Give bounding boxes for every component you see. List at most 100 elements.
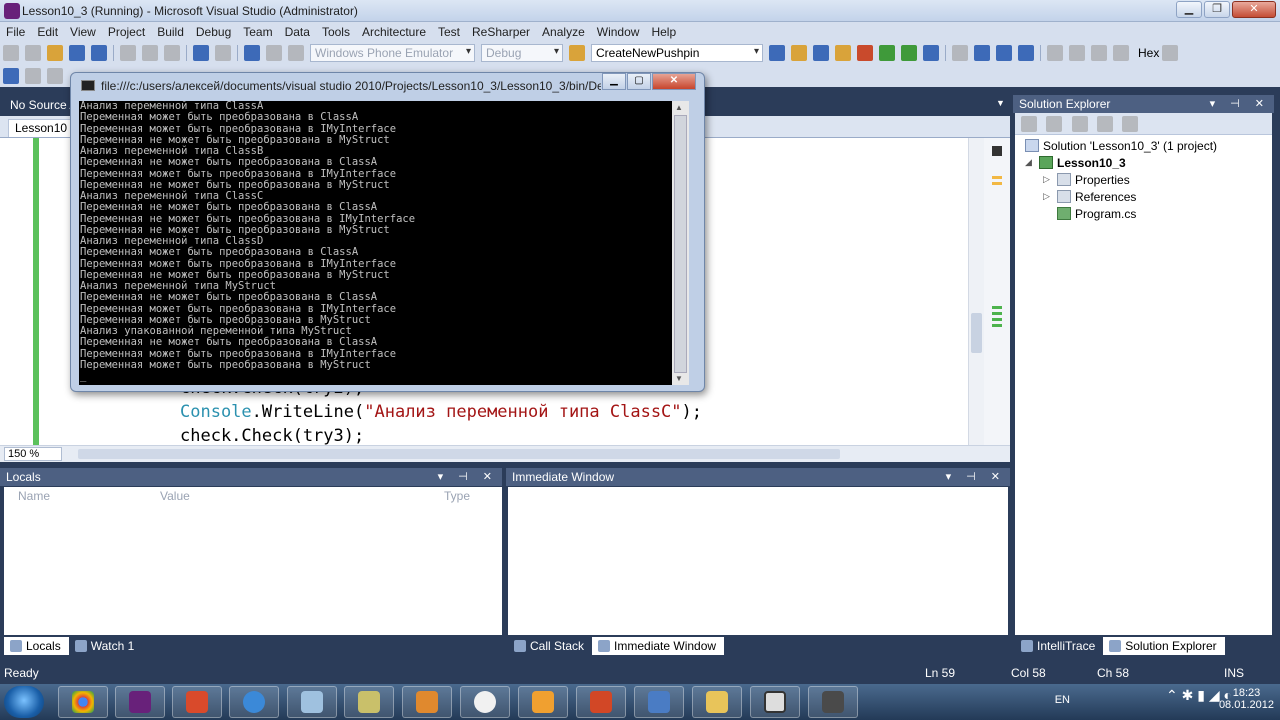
open-file-icon[interactable] — [47, 45, 63, 61]
undo-icon[interactable] — [193, 45, 209, 61]
console-maximize-button[interactable]: ▢ — [627, 73, 651, 90]
taskbar-console[interactable] — [750, 686, 800, 718]
col-type[interactable]: Type — [444, 487, 470, 505]
quick-info-icon[interactable] — [47, 68, 63, 84]
tab-intellitrace[interactable]: IntelliTrace — [1015, 637, 1103, 655]
save-all-icon[interactable] — [91, 45, 107, 61]
properties-toolbar-icon[interactable] — [791, 45, 807, 61]
taskbar-app10[interactable] — [634, 686, 684, 718]
tab-watch1[interactable]: Watch 1 — [69, 637, 143, 655]
toolbox-icon[interactable] — [835, 45, 851, 61]
tab-solution-explorer[interactable]: Solution Explorer — [1103, 637, 1225, 655]
toolbar-overflow-icon[interactable] — [1162, 45, 1179, 61]
locals-window-controls[interactable]: ▾ ⊣ ✕ — [438, 468, 498, 486]
menu-data[interactable]: Data — [279, 25, 316, 39]
display-object-member-list-icon[interactable] — [3, 68, 19, 84]
refresh-icon[interactable] — [1071, 116, 1088, 132]
console-window[interactable]: file:///c:/users/алексей/documents/visua… — [70, 72, 705, 392]
tab-dropdown-icon[interactable]: ▼ — [996, 98, 1005, 108]
restart-icon[interactable] — [1018, 45, 1034, 61]
language-indicator[interactable]: EN — [1055, 694, 1070, 706]
step-out-icon[interactable] — [1091, 45, 1107, 61]
col-value[interactable]: Value — [160, 487, 190, 505]
col-name[interactable]: Name — [18, 487, 50, 505]
taskbar-app7[interactable] — [402, 686, 452, 718]
start-debugging-icon[interactable] — [288, 45, 304, 61]
start-button[interactable] — [4, 686, 44, 718]
menu-project[interactable]: Project — [102, 25, 151, 39]
taskbar-app3[interactable] — [172, 686, 222, 718]
cut-icon[interactable] — [120, 45, 136, 61]
tree-references[interactable]: ▷ References — [1043, 188, 1136, 205]
properties-icon[interactable] — [1021, 116, 1037, 132]
find-combo[interactable]: CreateNewPushpin — [591, 44, 763, 62]
menu-debug[interactable]: Debug — [190, 25, 237, 39]
console-minimize-button[interactable]: ▁ — [602, 73, 626, 90]
command-window-icon[interactable] — [901, 45, 917, 61]
new-project-icon[interactable] — [3, 45, 19, 61]
minimize-button[interactable]: ▁ — [1176, 1, 1202, 18]
console-output[interactable]: Анализ переменной типа ClassA Переменная … — [79, 101, 689, 385]
save-icon[interactable] — [69, 45, 85, 61]
clock[interactable]: 18:23 08.01.2012 — [1219, 687, 1274, 711]
taskbar-app5[interactable] — [287, 686, 337, 718]
console-scroll-thumb[interactable] — [674, 115, 687, 373]
tree-program-cs[interactable]: Program.cs — [1057, 205, 1136, 222]
start-page-icon[interactable] — [879, 45, 895, 61]
tab-call-stack[interactable]: Call Stack — [508, 637, 592, 655]
tab-locals[interactable]: Locals — [4, 637, 69, 655]
view-code-icon[interactable] — [1097, 116, 1114, 132]
add-item-icon[interactable] — [25, 45, 41, 61]
menu-resharper[interactable]: ReSharper — [466, 25, 536, 39]
parameter-info-icon[interactable] — [25, 68, 41, 84]
show-all-files-icon[interactable] — [1046, 116, 1063, 132]
menu-tools[interactable]: Tools — [316, 25, 356, 39]
step-into-icon[interactable] — [1047, 45, 1063, 61]
close-button[interactable]: ✕ — [1232, 1, 1276, 18]
taskbar-itunes[interactable] — [229, 686, 279, 718]
paste-icon[interactable] — [164, 45, 180, 61]
menu-help[interactable]: Help — [645, 25, 682, 39]
menu-file[interactable]: File — [0, 25, 31, 39]
extension-manager-icon[interactable] — [857, 45, 873, 61]
object-browser-icon[interactable] — [813, 45, 829, 61]
menu-edit[interactable]: Edit — [31, 25, 64, 39]
solution-config-combo[interactable]: Debug — [481, 44, 563, 62]
menu-team[interactable]: Team — [237, 25, 278, 39]
tree-project[interactable]: ◢ Lesson10_3 — [1025, 154, 1126, 171]
solution-explorer-toolbar-icon[interactable] — [769, 45, 785, 61]
deployment-target-combo[interactable]: Windows Phone Emulator — [310, 44, 475, 62]
scroll-thumb[interactable] — [971, 313, 982, 353]
menu-analyze[interactable]: Analyze — [536, 25, 591, 39]
solution-explorer-controls[interactable]: ▾ ⊣ ✕ — [1210, 95, 1270, 113]
no-source-label[interactable]: No Source A — [10, 98, 77, 112]
immediate-window-controls[interactable]: ▾ ⊣ ✕ — [946, 468, 1006, 486]
stop-debugging-icon[interactable] — [996, 45, 1012, 61]
continue-icon[interactable] — [952, 45, 968, 61]
menu-window[interactable]: Window — [591, 25, 646, 39]
navigate-backward-icon[interactable] — [244, 45, 260, 61]
break-all-icon[interactable] — [974, 45, 990, 61]
tree-solution[interactable]: Solution 'Lesson10_3' (1 project) — [1025, 137, 1217, 154]
step-over-icon[interactable] — [1069, 45, 1085, 61]
console-close-button[interactable]: ✕ — [652, 73, 696, 90]
editor-vertical-scrollbar[interactable] — [968, 138, 984, 445]
tab-immediate-window[interactable]: Immediate Window — [592, 637, 725, 655]
immediate-window[interactable] — [508, 487, 1008, 635]
navigate-forward-icon[interactable] — [266, 45, 282, 61]
tab-lesson10[interactable]: Lesson10 — [8, 119, 75, 137]
taskbar-chrome[interactable] — [58, 686, 108, 718]
taskbar-powerpoint[interactable] — [576, 686, 626, 718]
menu-test[interactable]: Test — [432, 25, 466, 39]
taskbar-outlook[interactable] — [518, 686, 568, 718]
menu-view[interactable]: View — [64, 25, 102, 39]
zoom-combo[interactable]: 150 % — [4, 447, 62, 461]
horizontal-scroll-thumb[interactable] — [78, 449, 840, 459]
hex-toggle[interactable]: Hex — [1138, 46, 1159, 60]
menu-architecture[interactable]: Architecture — [356, 25, 432, 39]
taskbar-wifi[interactable] — [460, 686, 510, 718]
breakpoints-icon[interactable] — [1113, 45, 1129, 61]
copy-icon[interactable] — [142, 45, 158, 61]
restore-button[interactable]: ❐ — [1204, 1, 1230, 18]
menu-build[interactable]: Build — [151, 25, 190, 39]
